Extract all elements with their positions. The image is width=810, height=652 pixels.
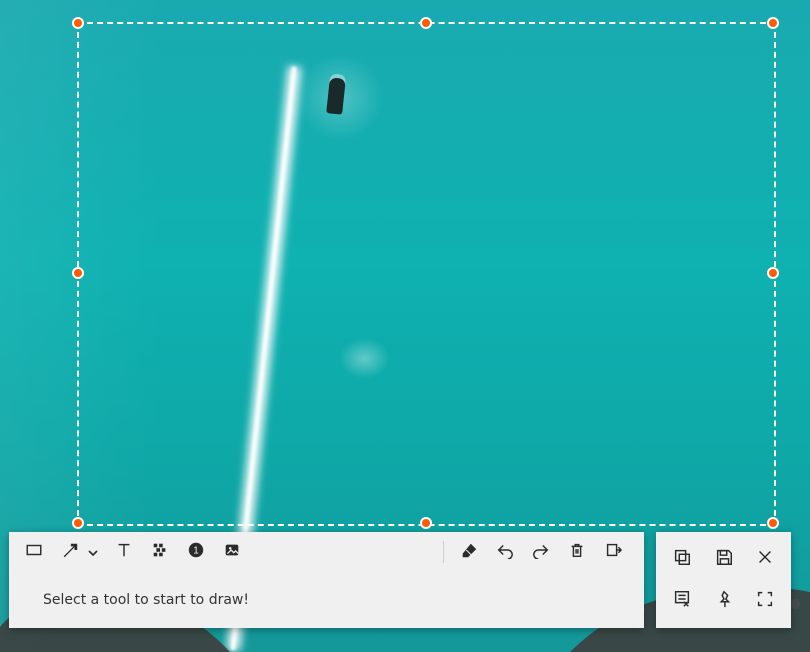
text-tool-button[interactable] — [109, 537, 139, 567]
export-icon — [604, 541, 622, 563]
fullscreen-icon — [755, 589, 775, 613]
undo-button[interactable] — [490, 537, 520, 567]
trash-icon — [568, 541, 586, 563]
arrow-tool-button[interactable] — [55, 537, 85, 567]
pin-icon — [714, 589, 734, 613]
selection-box[interactable] — [77, 22, 776, 526]
handle-ne[interactable] — [767, 17, 779, 29]
image-icon — [223, 541, 241, 563]
handle-n[interactable] — [420, 17, 432, 29]
redo-button[interactable] — [526, 537, 556, 567]
handle-w[interactable] — [72, 267, 84, 279]
toolbar-separator — [443, 541, 444, 563]
save-icon — [714, 547, 734, 571]
hint-text: Select a tool to start to draw! — [43, 592, 249, 608]
options-button[interactable] — [664, 584, 700, 618]
counter-tool-button[interactable]: 1 — [181, 537, 211, 567]
rectangle-tool-button[interactable] — [19, 537, 49, 567]
handle-se[interactable] — [767, 517, 779, 529]
action-panel — [656, 532, 791, 628]
chevron-down-icon — [88, 543, 98, 562]
arrow-icon — [61, 541, 79, 563]
pixelate-tool-button[interactable] — [145, 537, 175, 567]
close-button[interactable] — [747, 542, 783, 576]
pin-button[interactable] — [706, 584, 742, 618]
close-icon — [755, 547, 775, 571]
undo-icon — [496, 541, 514, 563]
handle-e[interactable] — [767, 267, 779, 279]
copy-icon — [672, 547, 692, 571]
text-icon — [115, 541, 133, 563]
save-button[interactable] — [706, 542, 742, 576]
pixelate-icon — [151, 541, 169, 563]
draw-toolbar: 1 — [9, 532, 644, 572]
image-tool-button[interactable] — [217, 537, 247, 567]
fullscreen-button[interactable] — [747, 584, 783, 618]
rectangle-icon — [25, 541, 43, 563]
options-icon — [672, 589, 692, 613]
svg-text:1: 1 — [193, 546, 199, 557]
draw-toolbar-panel: 1 — [9, 532, 644, 628]
eraser-button[interactable] — [454, 537, 484, 567]
export-button[interactable] — [598, 537, 628, 567]
copy-button[interactable] — [664, 542, 700, 576]
redo-icon — [532, 541, 550, 563]
arrow-tool-dropdown[interactable] — [85, 537, 101, 567]
handle-nw[interactable] — [72, 17, 84, 29]
eraser-icon — [460, 541, 478, 563]
counter-icon: 1 — [187, 541, 205, 563]
delete-button[interactable] — [562, 537, 592, 567]
hint-bar: Select a tool to start to draw! — [9, 572, 644, 628]
handle-sw[interactable] — [72, 517, 84, 529]
handle-s[interactable] — [420, 517, 432, 529]
